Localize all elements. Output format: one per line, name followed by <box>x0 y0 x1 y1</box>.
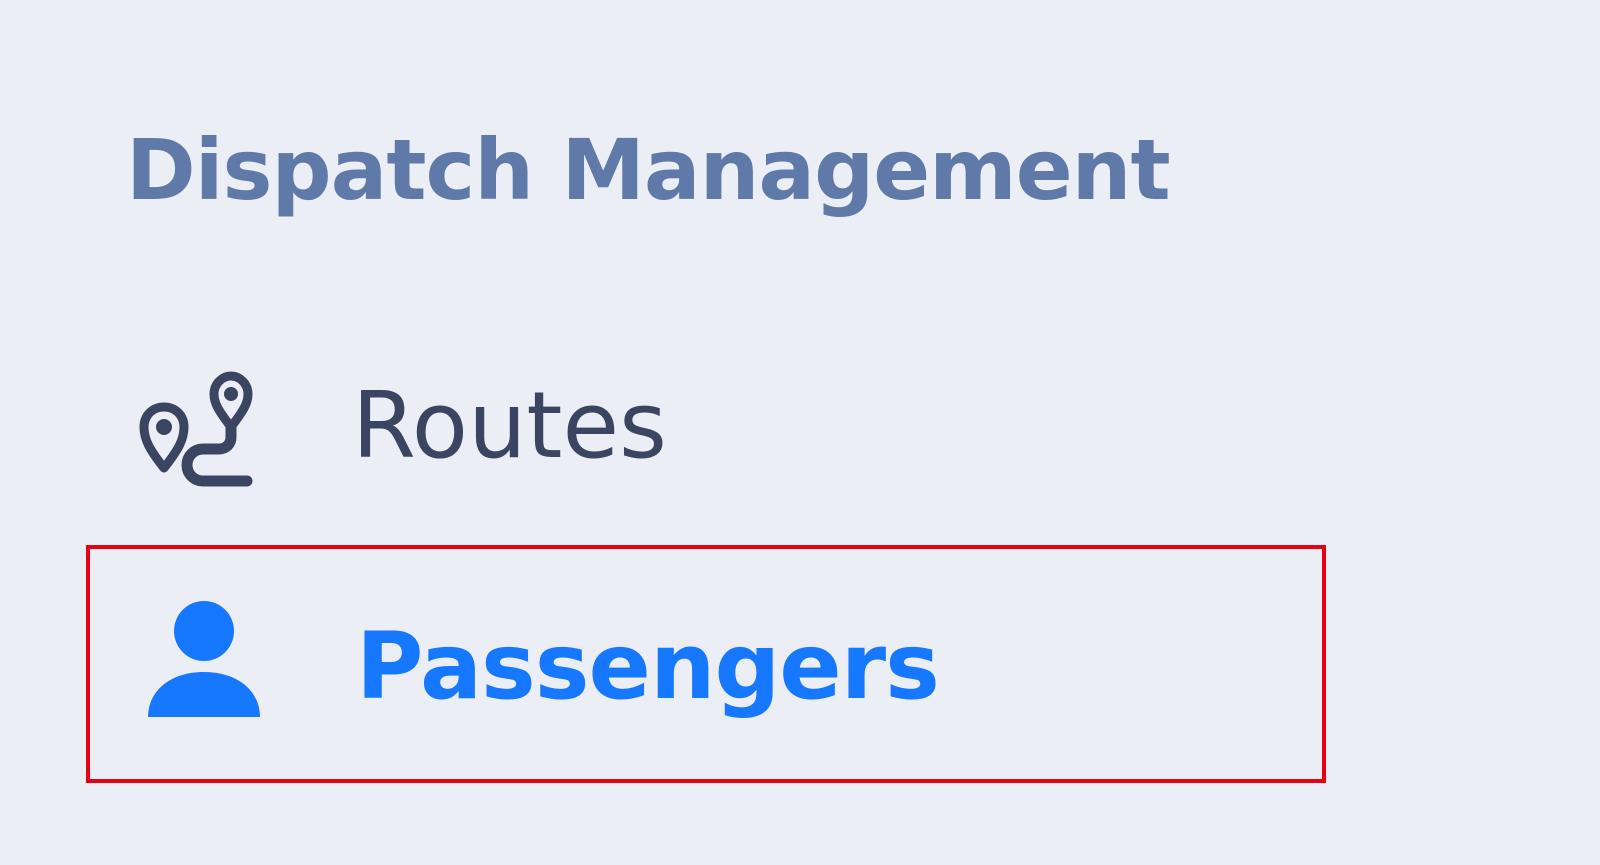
sidebar-item-label: Passengers <box>356 613 940 720</box>
person-icon <box>148 601 260 717</box>
sidebar-item-passengers[interactable]: Passengers <box>86 545 1326 783</box>
sidebar-item-routes[interactable]: Routes <box>86 345 1326 505</box>
section-title: Dispatch Management <box>126 121 1171 219</box>
sidebar: Dispatch Management Routes Passengers <box>0 0 1600 865</box>
sidebar-item-label: Routes <box>352 372 667 479</box>
route-icon <box>139 371 253 487</box>
